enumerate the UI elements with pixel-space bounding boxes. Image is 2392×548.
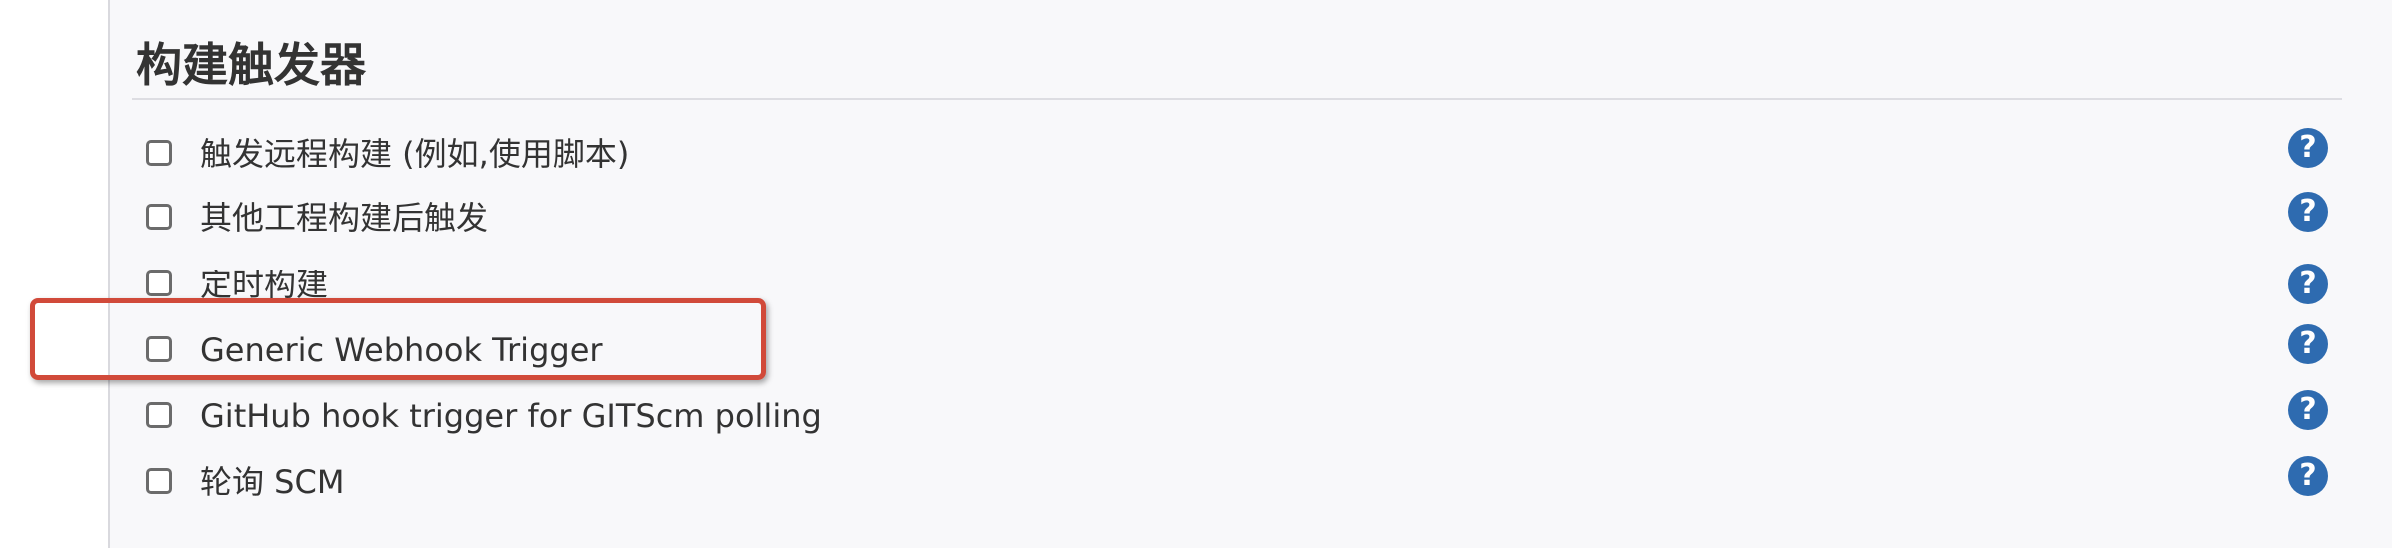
option-label[interactable]: GitHub hook trigger for GITScm polling	[200, 394, 822, 438]
option-label[interactable]: 其他工程构建后触发	[200, 196, 488, 240]
help-icon[interactable]: ?	[2288, 390, 2328, 430]
trigger-option-remote: 触发远程构建 (例如,使用脚本) ?	[0, 128, 2392, 200]
checkbox-periodic-build[interactable]	[146, 270, 172, 296]
checkbox-generic-webhook[interactable]	[146, 336, 172, 362]
checkbox-poll-scm[interactable]	[146, 468, 172, 494]
help-icon[interactable]: ?	[2288, 128, 2328, 168]
section-divider	[132, 98, 2342, 100]
option-label[interactable]: 定时构建	[200, 270, 328, 300]
trigger-option-github-hook: GitHub hook trigger for GITScm polling ?	[0, 390, 2392, 462]
help-icon[interactable]: ?	[2288, 264, 2328, 304]
option-label[interactable]: 触发远程构建 (例如,使用脚本)	[200, 132, 629, 176]
checkbox-remote-build[interactable]	[146, 140, 172, 166]
checkbox-github-hook[interactable]	[146, 402, 172, 428]
trigger-option-after-other: 其他工程构建后触发 ?	[0, 192, 2392, 264]
trigger-option-periodic: 定时构建	[0, 270, 2392, 300]
trigger-option-generic-webhook: Generic Webhook Trigger ?	[0, 324, 2392, 396]
checkbox-after-other-build[interactable]	[146, 204, 172, 230]
help-icon[interactable]: ?	[2288, 456, 2328, 496]
option-label[interactable]: Generic Webhook Trigger	[200, 328, 603, 372]
help-icon[interactable]: ?	[2288, 192, 2328, 232]
help-icon[interactable]: ?	[2288, 324, 2328, 364]
section-title: 构建触发器	[136, 38, 366, 92]
trigger-option-poll-scm: 轮询 SCM ?	[0, 456, 2392, 528]
option-label[interactable]: 轮询 SCM	[200, 460, 344, 504]
